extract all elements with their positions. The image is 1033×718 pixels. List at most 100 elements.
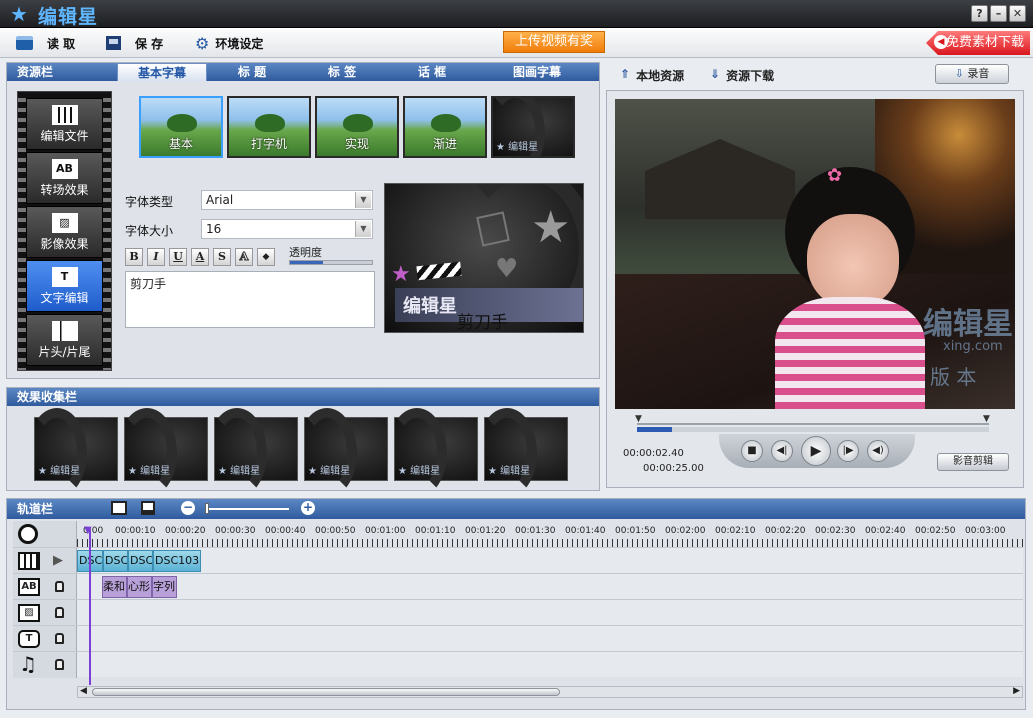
local-resources-button[interactable]: ⇑ 本地资源: [620, 67, 684, 84]
transition-clip[interactable]: 柔和: [102, 576, 127, 598]
style-thumb-appear[interactable]: 实现: [315, 96, 399, 158]
underline-button[interactable]: U: [169, 248, 187, 266]
film-arc-decoration: [27, 408, 87, 498]
child-face: [807, 214, 899, 309]
playhead[interactable]: [89, 529, 91, 685]
volume-button[interactable]: ◀): [867, 440, 889, 462]
style-thumb-brand[interactable]: ★ 编辑星: [491, 96, 575, 158]
lock-icon[interactable]: [55, 581, 64, 592]
media-edit-button[interactable]: 影音剪辑: [937, 453, 1009, 471]
lock-icon[interactable]: [55, 633, 64, 644]
style-thumb-label: 基本: [168, 137, 193, 151]
stop-button[interactable]: ■: [741, 440, 763, 462]
transition-clip[interactable]: 字列: [152, 576, 177, 598]
gear-icon: ⚙: [195, 33, 210, 53]
tab-label[interactable]: 标 签: [307, 63, 377, 81]
help-button[interactable]: ?: [971, 5, 988, 22]
subtitle-text-input[interactable]: 剪刀手: [125, 271, 375, 328]
tab-speech-bubble[interactable]: 话 框: [397, 63, 467, 81]
zoom-slider-thumb[interactable]: [205, 503, 209, 514]
timeline-ruler[interactable]: 0:00 00:00:10 00:00:20 00:00:30 00:00:40…: [13, 521, 1023, 547]
video-track[interactable]: ▶ DSC_ DSC3 DSC5 DSC10370: [13, 547, 1023, 574]
settings-button[interactable]: ⚙ 环境设定: [195, 33, 263, 53]
save-project-icon[interactable]: [141, 501, 155, 515]
video-clip[interactable]: DSC5: [128, 550, 153, 572]
shadow-button[interactable]: S: [213, 248, 231, 266]
font-type-select[interactable]: Arial ▼: [201, 190, 373, 210]
close-button[interactable]: ✕: [1009, 5, 1026, 22]
ruler-tick-label: 00:02:20: [765, 526, 806, 536]
effect-item[interactable]: ★ 编辑星: [297, 408, 388, 498]
tab-image-subtitle[interactable]: 图画字幕: [487, 63, 587, 81]
effect-track[interactable]: ▨: [13, 599, 1023, 626]
transparency-slider[interactable]: [289, 260, 373, 265]
zoom-in-icon[interactable]: +: [301, 501, 315, 515]
text-icon: T: [51, 267, 78, 287]
transition-track[interactable]: AB 柔和 心形 字列: [13, 573, 1023, 600]
scroll-left-icon[interactable]: ◀: [80, 686, 87, 696]
chevron-down-icon[interactable]: ▼: [355, 221, 371, 237]
lock-icon[interactable]: [55, 607, 64, 618]
film-arc-decoration: [477, 408, 537, 498]
minimize-button[interactable]: –: [990, 5, 1007, 22]
transition-clip[interactable]: 心形: [127, 576, 152, 598]
progress-bar[interactable]: [637, 427, 989, 432]
effect-item[interactable]: ★ 编辑星: [117, 408, 208, 498]
effect-item[interactable]: ★ 编辑星: [27, 408, 118, 498]
music-track[interactable]: ♫: [13, 651, 1023, 678]
nav-transitions-label: 转场效果: [40, 183, 89, 197]
effect-item[interactable]: ★ 编辑星: [477, 408, 568, 498]
chevron-down-icon[interactable]: ▼: [355, 192, 371, 208]
timeline-scrollbar[interactable]: ◀ ▶: [77, 686, 1023, 698]
style-thumb-basic[interactable]: 基本: [139, 96, 223, 158]
effect-track-header: ▨: [13, 600, 77, 626]
font-color-button[interactable]: A: [191, 248, 209, 266]
fill-bucket-icon[interactable]: ◆: [257, 248, 275, 266]
font-size-select[interactable]: 16 ▼: [201, 219, 373, 239]
style-thumb-gradual[interactable]: 渐进: [403, 96, 487, 158]
text-track[interactable]: T: [13, 625, 1023, 652]
film-icon: [51, 105, 78, 125]
playhead-marker[interactable]: ▼: [84, 525, 92, 536]
upload-video-button[interactable]: 上传视频有奖: [503, 31, 605, 53]
effect-item[interactable]: ★ 编辑星: [387, 408, 478, 498]
style-thumb-typewriter[interactable]: 打字机: [227, 96, 311, 158]
ruler-tick-label: 00:02:40: [865, 526, 906, 536]
play-button[interactable]: ▶: [801, 436, 831, 466]
nav-transitions[interactable]: AB 转场效果: [26, 152, 103, 204]
photo-frame-decoration: [476, 211, 510, 247]
bold-button[interactable]: B: [125, 248, 143, 266]
tab-basic-subtitle[interactable]: 基本字幕: [117, 63, 207, 81]
resource-download-button[interactable]: ⇓ 资源下载: [710, 67, 774, 84]
open-project-icon[interactable]: [111, 501, 127, 515]
zoom-slider[interactable]: [205, 508, 289, 510]
nav-image-effects[interactable]: ▨ 影像效果: [26, 206, 103, 258]
scrollbar-thumb[interactable]: [92, 688, 560, 696]
save-button[interactable]: 保 存: [106, 34, 163, 52]
ruler-tick-label: 00:01:30: [515, 526, 556, 536]
tab-title[interactable]: 标 题: [217, 63, 287, 81]
italic-button[interactable]: I: [147, 248, 165, 266]
range-start-marker[interactable]: ▼: [635, 414, 642, 424]
outline-button[interactable]: A: [235, 248, 253, 266]
next-frame-button[interactable]: |▶: [837, 440, 859, 462]
play-track-icon[interactable]: ▶: [53, 553, 63, 568]
previous-frame-button[interactable]: ◀|: [771, 440, 793, 462]
video-clip[interactable]: DSC10370: [153, 550, 201, 572]
nav-intro-outro[interactable]: 片头/片尾: [26, 314, 103, 366]
effect-item[interactable]: ★ 编辑星: [207, 408, 298, 498]
total-time: 00:00:25.00: [643, 463, 704, 474]
record-button[interactable]: ⇩ 录音: [935, 64, 1009, 84]
range-end-marker[interactable]: ▼: [983, 414, 990, 424]
font-type-label: 字体类型: [125, 195, 174, 209]
scroll-right-icon[interactable]: ▶: [1013, 686, 1020, 696]
nav-text-edit[interactable]: T 文字编辑: [26, 260, 103, 312]
video-clip[interactable]: DSC3: [103, 550, 128, 572]
nav-edit-files[interactable]: 编辑文件: [26, 98, 103, 150]
video-preview[interactable]: ✿ 编辑星 xing.com 版 本: [615, 99, 1015, 409]
playback-track[interactable]: [637, 423, 989, 425]
open-button[interactable]: 读 取: [16, 34, 75, 52]
lock-icon[interactable]: [55, 659, 64, 670]
upload-arrow-icon: ⇑: [620, 67, 631, 81]
zoom-out-icon[interactable]: −: [181, 501, 195, 515]
